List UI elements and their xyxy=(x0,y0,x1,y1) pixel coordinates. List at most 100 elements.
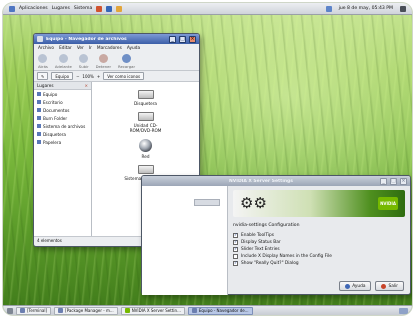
maximize-button[interactable]: □ xyxy=(179,35,186,43)
sidebar-item-burn-folder[interactable]: Burn Folder xyxy=(34,114,91,122)
menu-ver[interactable]: Ver xyxy=(77,46,84,51)
reload-label: Recargar xyxy=(118,63,136,69)
network-icon[interactable] xyxy=(325,5,332,12)
menu-marcadores[interactable]: Marcadores xyxy=(97,46,122,51)
maximize-button[interactable]: □ xyxy=(390,177,397,185)
stop-icon xyxy=(98,53,108,63)
up-button[interactable]: Subir xyxy=(78,53,89,69)
zoom-level: 100% xyxy=(82,73,94,79)
stop-button[interactable]: Detener xyxy=(96,53,111,69)
nvidia-settings-window: NVIDIA X Server Settings _ □ × ⚙⚙ NVIDIA… xyxy=(141,175,411,295)
floppy-icon xyxy=(37,132,41,136)
sidebar-item-disquetera[interactable]: Disquetera xyxy=(34,130,91,138)
zoom-out-icon[interactable]: − xyxy=(76,74,79,79)
option-really-quit-dialog[interactable]: ✓ Show "Really Quit?" Dialog xyxy=(233,260,405,267)
device-label: Red xyxy=(141,154,150,159)
toolbar: Atrás Adelante Subir Detener Recargar xyxy=(34,52,199,71)
option-slider-text-entries[interactable]: ✓ Slider Text Entries xyxy=(233,246,405,253)
task-terminal[interactable]: [Terminal] xyxy=(16,306,52,315)
back-arrow-icon xyxy=(38,53,48,63)
task-package-manager[interactable]: [Package Manager - m... xyxy=(54,306,118,315)
nvidia-titlebar[interactable]: NVIDIA X Server Settings _ □ × xyxy=(142,176,410,186)
menu-system[interactable]: Sistema xyxy=(74,6,93,11)
help-launcher-icon[interactable] xyxy=(116,5,123,12)
view-mode-select[interactable]: Ver como iconos xyxy=(103,72,145,80)
device-label: Unidad CD-ROM/DVD-ROM xyxy=(129,123,162,133)
sidebar-item-escritorio[interactable]: Escritorio xyxy=(34,98,91,106)
minimize-button[interactable]: _ xyxy=(169,35,176,43)
clock[interactable]: jue 8 de may, 05:43 PM xyxy=(336,5,396,12)
task-nvidia-settings[interactable]: NVIDIA X Server Settin... xyxy=(120,306,185,315)
option-include-display-names[interactable]: Include X Display Names in the Config Fi… xyxy=(233,253,405,260)
up-arrow-icon xyxy=(79,53,89,63)
device-cdrom[interactable]: Unidad CD-ROM/DVD-ROM xyxy=(126,112,166,133)
network-globe-icon xyxy=(139,139,152,152)
gears-icon: ⚙⚙ xyxy=(240,194,267,212)
sidebar-item-label: Papelera xyxy=(43,139,62,145)
cdrom-drive-icon xyxy=(137,112,154,121)
reload-button[interactable]: Recargar xyxy=(118,53,136,69)
task-label: [Terminal] xyxy=(27,308,48,313)
computer-icon xyxy=(37,92,41,96)
up-label: Subir xyxy=(78,63,89,69)
menu-applications[interactable]: Aplicaciones xyxy=(19,6,48,11)
task-label: NVIDIA X Server Settin... xyxy=(131,308,181,313)
menu-places[interactable]: Lugares xyxy=(52,6,70,11)
checkbox-checked[interactable]: ✓ xyxy=(233,261,238,266)
sidebar-item-label: Escritorio xyxy=(43,99,63,105)
edit-location-button[interactable]: ✎ xyxy=(37,72,49,80)
checkbox-checked[interactable]: ✓ xyxy=(233,240,238,245)
quit-button[interactable]: Salir xyxy=(375,281,404,291)
nvidia-page-list[interactable] xyxy=(142,186,228,295)
option-label: Include X Display Names in the Config Fi… xyxy=(241,254,332,259)
menu-ayuda[interactable]: Ayuda xyxy=(127,46,140,51)
nvidia-logo: NVIDIA xyxy=(378,197,398,210)
status-text: 4 elementos xyxy=(37,238,62,243)
close-sidebar-icon[interactable]: × xyxy=(84,83,88,88)
zoom-in-icon[interactable]: + xyxy=(97,74,100,79)
nvidia-config-pane: ⚙⚙ NVIDIA nvidia-settings Configuration … xyxy=(228,186,410,295)
selected-page-row[interactable] xyxy=(194,199,220,206)
help-button[interactable]: Ayuda xyxy=(339,281,372,291)
option-enable-tooltips[interactable]: ✓ Enable ToolTips xyxy=(233,232,405,239)
close-button[interactable]: × xyxy=(189,35,196,43)
forward-button[interactable]: Adelante xyxy=(54,53,72,69)
close-button[interactable]: × xyxy=(400,177,407,185)
sidebar-item-equipo[interactable]: Equipo xyxy=(34,90,91,98)
device-network[interactable]: Red xyxy=(139,139,152,159)
foot-icon[interactable] xyxy=(9,5,15,12)
volume-icon[interactable] xyxy=(400,5,406,12)
sidebar-title: Lugares xyxy=(37,83,54,88)
window-title: NVIDIA X Server Settings xyxy=(229,178,293,184)
sidebar-item-label: Disquetera xyxy=(43,131,66,137)
option-display-status-bar[interactable]: ✓ Display Status Bar xyxy=(233,239,405,246)
sidebar-item-papelera[interactable]: Papelera xyxy=(34,138,91,146)
workspace-switcher-icon[interactable] xyxy=(399,307,408,314)
forward-label: Adelante xyxy=(54,63,72,69)
back-button[interactable]: Atrás xyxy=(38,53,48,69)
sidebar-header[interactable]: Lugares × xyxy=(34,82,91,90)
show-desktop-icon[interactable] xyxy=(7,307,13,314)
file-manager-titlebar[interactable]: Equipo - Navegador de archivos _ □ × xyxy=(34,34,199,44)
menu-ir[interactable]: Ir xyxy=(89,46,92,51)
menu-editar[interactable]: Editar xyxy=(59,46,72,51)
browser-launcher-icon[interactable] xyxy=(96,5,103,12)
back-label: Atrás xyxy=(38,63,48,69)
desktop-icon xyxy=(37,100,41,104)
terminal-icon xyxy=(20,308,25,313)
location-button-equipo[interactable]: Equipo xyxy=(51,72,74,80)
panel-menus: Aplicaciones Lugares Sistema xyxy=(9,5,123,12)
bottom-panel: [Terminal] [Package Manager - m... NVIDI… xyxy=(3,305,412,315)
sidebar-item-filesystem[interactable]: Sistema de archivos xyxy=(34,122,91,130)
checkbox-checked[interactable]: ✓ xyxy=(233,247,238,252)
task-label: Equipo - Navegador de... xyxy=(198,308,249,313)
checkbox-unchecked[interactable] xyxy=(233,254,238,259)
forward-arrow-icon xyxy=(58,53,68,63)
checkbox-checked[interactable]: ✓ xyxy=(233,233,238,238)
sidebar-item-documentos[interactable]: Documentos xyxy=(34,106,91,114)
device-floppy[interactable]: Disquetera xyxy=(134,90,157,106)
menu-archivo[interactable]: Archivo xyxy=(38,46,54,51)
task-file-manager[interactable]: Equipo - Navegador de... xyxy=(187,306,253,315)
mail-launcher-icon[interactable] xyxy=(106,5,113,12)
minimize-button[interactable]: _ xyxy=(380,177,387,185)
